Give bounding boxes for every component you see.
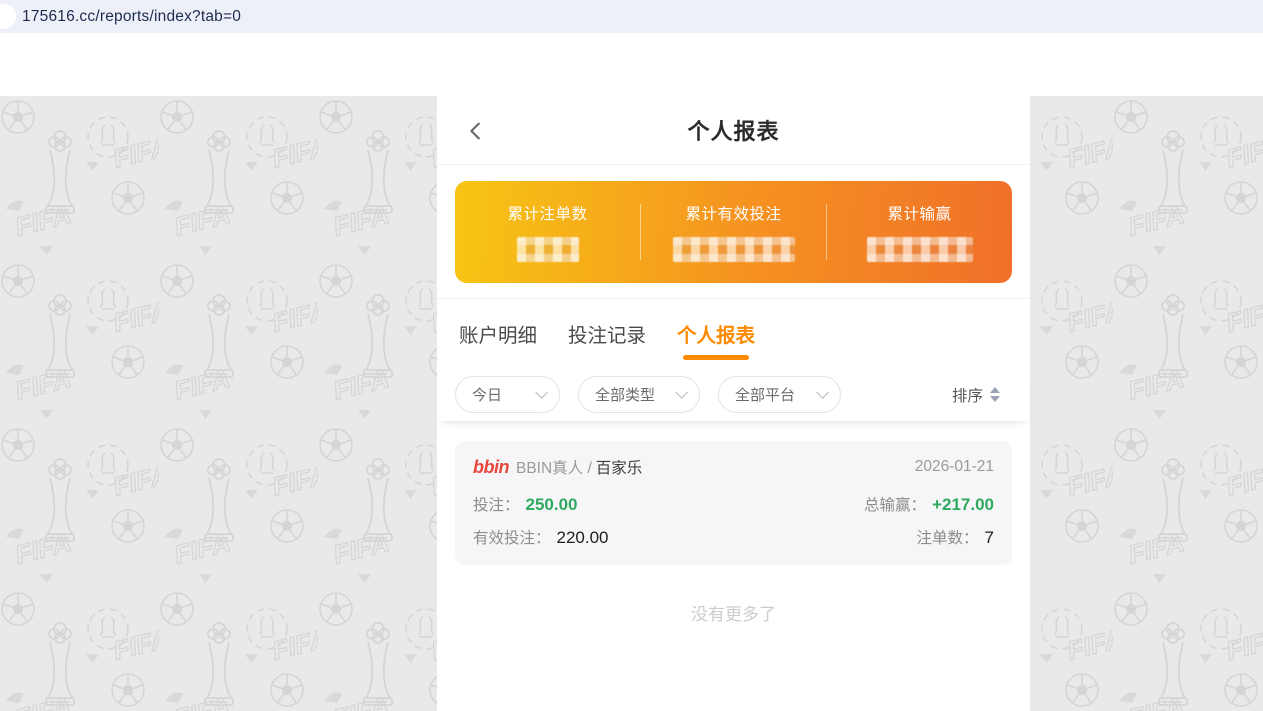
- stat-label: 累计输赢: [827, 202, 1012, 224]
- top-white-band: [0, 33, 1263, 96]
- censored-value: [867, 237, 973, 262]
- chevron-down-icon: [675, 386, 688, 399]
- browser-address-bar[interactable]: 175616.cc/reports/index?tab=0: [0, 0, 1263, 33]
- sort-control[interactable]: 排序: [952, 384, 1012, 406]
- winloss-value: +217.00: [932, 495, 994, 515]
- chevron-down-icon: [535, 386, 548, 399]
- sort-arrows-icon: [990, 387, 1000, 402]
- bet-value: 250.00: [526, 495, 578, 515]
- filter-bar: 今日 全部类型 全部平台 排序: [437, 368, 1030, 421]
- valid-bet-label: 有效投注：: [473, 526, 551, 548]
- game-name: 百家乐: [596, 456, 643, 478]
- tab-notch: [0, 4, 16, 29]
- winloss-label: 总输赢：: [864, 493, 926, 515]
- record-date: 2026-01-21: [915, 458, 994, 476]
- page-title: 个人报表: [687, 114, 779, 146]
- chevron-left-icon: [465, 120, 487, 142]
- tab-account-details[interactable]: 账户明细: [459, 319, 537, 348]
- bet-count: 注单数： 7: [917, 526, 994, 548]
- censored-value: [673, 237, 795, 262]
- bbin-logo: bbin: [473, 457, 509, 478]
- platform-filter-value: 全部平台: [735, 384, 795, 405]
- record-valid-row: 有效投注： 220.00 注单数： 7: [473, 526, 994, 548]
- page-header: 个人报表: [437, 96, 1030, 165]
- bet-count-value: 7: [985, 528, 994, 548]
- report-record-card[interactable]: bbin BBIN真人 / 百家乐 2026-01-21 投注： 250.00 …: [455, 441, 1012, 565]
- date-filter-value: 今日: [472, 384, 502, 405]
- bet-count-label: 注单数：: [917, 526, 979, 548]
- stat-win-loss: 累计输赢: [827, 181, 1012, 283]
- provider-name: BBIN真人 /: [516, 456, 592, 478]
- tab-bet-records[interactable]: 投注记录: [568, 319, 646, 348]
- stat-total-bets: 累计注单数: [455, 181, 640, 283]
- stat-label: 累计注单数: [455, 202, 640, 224]
- sort-label: 排序: [952, 384, 983, 406]
- cumulative-stats-card: 累计注单数 累计有效投注 累计输赢: [455, 181, 1012, 283]
- stat-valid-bets: 累计有效投注: [641, 181, 826, 283]
- type-filter-value: 全部类型: [595, 384, 655, 405]
- tab-personal-report[interactable]: 个人报表: [677, 319, 755, 348]
- valid-bet-amount: 有效投注： 220.00: [473, 526, 609, 548]
- stat-label: 累计有效投注: [641, 202, 826, 224]
- record-header-row: bbin BBIN真人 / 百家乐 2026-01-21: [473, 456, 994, 478]
- valid-bet-value: 220.00: [557, 528, 609, 548]
- platform-filter-dropdown[interactable]: 全部平台: [718, 376, 841, 413]
- record-bet-row: 投注： 250.00 总输赢： +217.00: [473, 493, 994, 515]
- no-more-text: 没有更多了: [437, 600, 1030, 625]
- back-button[interactable]: [463, 118, 489, 144]
- url-text[interactable]: 175616.cc/reports/index?tab=0: [22, 8, 241, 26]
- bet-amount: 投注： 250.00: [473, 493, 578, 515]
- bet-label: 投注：: [473, 493, 520, 515]
- chevron-down-icon: [816, 386, 829, 399]
- tab-bar: 账户明细 投注记录 个人报表: [437, 298, 1030, 368]
- total-winloss: 总输赢： +217.00: [864, 493, 994, 515]
- date-filter-dropdown[interactable]: 今日: [455, 376, 560, 413]
- report-panel: 个人报表 累计注单数 累计有效投注 累计输赢 账户明细 投注记录 个人报表 今日…: [437, 96, 1030, 711]
- censored-value: [517, 237, 579, 262]
- type-filter-dropdown[interactable]: 全部类型: [578, 376, 700, 413]
